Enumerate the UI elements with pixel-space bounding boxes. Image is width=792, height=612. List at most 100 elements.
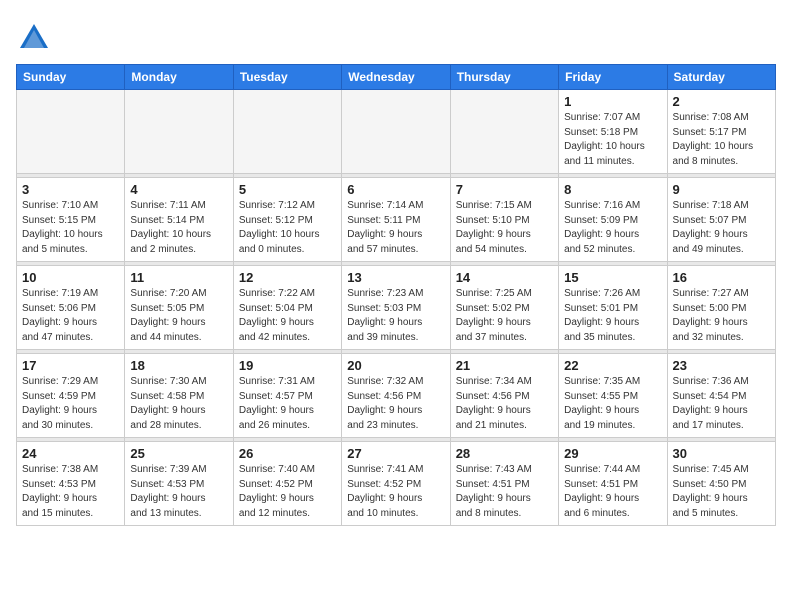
weekday-header-friday: Friday — [559, 65, 667, 90]
day-number: 24 — [22, 446, 119, 461]
calendar-body: 1 Sunrise: 7:07 AM Sunset: 5:18 PM Daylig… — [17, 90, 776, 526]
calendar-cell: 23 Sunrise: 7:36 AM Sunset: 4:54 PM Dayli… — [667, 354, 775, 438]
calendar-cell: 17 Sunrise: 7:29 AM Sunset: 4:59 PM Dayli… — [17, 354, 125, 438]
calendar-cell: 28 Sunrise: 7:43 AM Sunset: 4:51 PM Dayli… — [450, 442, 558, 526]
calendar-cell: 24Sunrise: 7:38 AM Sunset: 4:53 PM Dayli… — [17, 442, 125, 526]
weekday-header-sunday: Sunday — [17, 65, 125, 90]
calendar-cell: 10 Sunrise: 7:19 AM Sunset: 5:06 PM Dayli… — [17, 266, 125, 350]
day-info: Sunrise: 7:22 AM Sunset: 5:04 PM Dayligh… — [239, 287, 336, 345]
day-info: Sunrise: 7:36 AM Sunset: 4:54 PM Dayligh… — [673, 375, 770, 433]
calendar-cell: 19 Sunrise: 7:31 AM Sunset: 4:57 PM Dayli… — [233, 354, 341, 438]
day-info: Sunrise: 7:31 AM Sunset: 4:57 PM Dayligh… — [239, 375, 336, 433]
calendar-cell: 7 Sunrise: 7:15 AM Sunset: 5:10 PM Daylig… — [450, 178, 558, 262]
day-info: Sunrise: 7:18 AM Sunset: 5:07 PM Dayligh… — [673, 199, 770, 257]
day-number: 1 — [564, 94, 661, 109]
calendar-cell: 8Sunrise: 7:16 AM Sunset: 5:09 PM Daylig… — [559, 178, 667, 262]
day-info: Sunrise: 7:45 AM Sunset: 4:50 PM Dayligh… — [673, 463, 770, 521]
calendar-cell: 16 Sunrise: 7:27 AM Sunset: 5:00 PM Dayli… — [667, 266, 775, 350]
day-info: Sunrise: 7:20 AM Sunset: 5:05 PM Dayligh… — [130, 287, 227, 345]
day-number: 18 — [130, 358, 227, 373]
day-number: 10 — [22, 270, 119, 285]
day-number: 2 — [673, 94, 770, 109]
day-info: Sunrise: 7:11 AM Sunset: 5:14 PM Dayligh… — [130, 199, 227, 257]
day-number: 20 — [347, 358, 444, 373]
calendar-cell: 2 Sunrise: 7:08 AM Sunset: 5:17 PM Daylig… — [667, 90, 775, 174]
calendar-cell: 3 Sunrise: 7:10 AM Sunset: 5:15 PM Daylig… — [17, 178, 125, 262]
calendar-cell: 13 Sunrise: 7:23 AM Sunset: 5:03 PM Dayli… — [342, 266, 450, 350]
logo-icon — [16, 20, 52, 56]
weekday-header-saturday: Saturday — [667, 65, 775, 90]
weekday-header-wednesday: Wednesday — [342, 65, 450, 90]
day-info: Sunrise: 7:19 AM Sunset: 5:06 PM Dayligh… — [22, 287, 119, 345]
day-number: 22 — [564, 358, 661, 373]
logo — [16, 16, 56, 56]
day-info: Sunrise: 7:30 AM Sunset: 4:58 PM Dayligh… — [130, 375, 227, 433]
calendar-cell — [342, 90, 450, 174]
day-number: 25 — [130, 446, 227, 461]
day-info: Sunrise: 7:41 AM Sunset: 4:52 PM Dayligh… — [347, 463, 444, 521]
calendar-cell: 9 Sunrise: 7:18 AM Sunset: 5:07 PM Daylig… — [667, 178, 775, 262]
calendar-cell: 5Sunrise: 7:12 AM Sunset: 5:12 PM Daylig… — [233, 178, 341, 262]
weekday-header-row: SundayMondayTuesdayWednesdayThursdayFrid… — [17, 65, 776, 90]
weekday-header-monday: Monday — [125, 65, 233, 90]
calendar-cell — [450, 90, 558, 174]
calendar-week-1: 1 Sunrise: 7:07 AM Sunset: 5:18 PM Daylig… — [17, 90, 776, 174]
day-number: 7 — [456, 182, 553, 197]
day-number: 11 — [130, 270, 227, 285]
calendar-cell: 4 Sunrise: 7:11 AM Sunset: 5:14 PM Daylig… — [125, 178, 233, 262]
day-number: 16 — [673, 270, 770, 285]
day-number: 17 — [22, 358, 119, 373]
day-number: 13 — [347, 270, 444, 285]
day-info: Sunrise: 7:32 AM Sunset: 4:56 PM Dayligh… — [347, 375, 444, 433]
day-info: Sunrise: 7:14 AM Sunset: 5:11 PM Dayligh… — [347, 199, 444, 257]
calendar-cell: 14 Sunrise: 7:25 AM Sunset: 5:02 PM Dayli… — [450, 266, 558, 350]
calendar-cell: 20 Sunrise: 7:32 AM Sunset: 4:56 PM Dayli… — [342, 354, 450, 438]
day-number: 23 — [673, 358, 770, 373]
calendar-cell: 22Sunrise: 7:35 AM Sunset: 4:55 PM Dayli… — [559, 354, 667, 438]
calendar-week-5: 24Sunrise: 7:38 AM Sunset: 4:53 PM Dayli… — [17, 442, 776, 526]
header — [16, 16, 776, 56]
day-number: 4 — [130, 182, 227, 197]
day-number: 12 — [239, 270, 336, 285]
day-info: Sunrise: 7:27 AM Sunset: 5:00 PM Dayligh… — [673, 287, 770, 345]
day-info: Sunrise: 7:34 AM Sunset: 4:56 PM Dayligh… — [456, 375, 553, 433]
day-number: 9 — [673, 182, 770, 197]
calendar-week-2: 3 Sunrise: 7:10 AM Sunset: 5:15 PM Daylig… — [17, 178, 776, 262]
day-number: 15 — [564, 270, 661, 285]
calendar-cell: 27 Sunrise: 7:41 AM Sunset: 4:52 PM Dayli… — [342, 442, 450, 526]
weekday-header-tuesday: Tuesday — [233, 65, 341, 90]
day-info: Sunrise: 7:10 AM Sunset: 5:15 PM Dayligh… — [22, 199, 119, 257]
day-info: Sunrise: 7:39 AM Sunset: 4:53 PM Dayligh… — [130, 463, 227, 521]
day-number: 27 — [347, 446, 444, 461]
calendar-cell: 21 Sunrise: 7:34 AM Sunset: 4:56 PM Dayli… — [450, 354, 558, 438]
day-info: Sunrise: 7:07 AM Sunset: 5:18 PM Dayligh… — [564, 111, 661, 169]
calendar-week-3: 10 Sunrise: 7:19 AM Sunset: 5:06 PM Dayli… — [17, 266, 776, 350]
day-number: 29 — [564, 446, 661, 461]
day-number: 3 — [22, 182, 119, 197]
page: SundayMondayTuesdayWednesdayThursdayFrid… — [0, 0, 792, 538]
calendar-cell: 25 Sunrise: 7:39 AM Sunset: 4:53 PM Dayli… — [125, 442, 233, 526]
calendar-cell — [17, 90, 125, 174]
day-info: Sunrise: 7:15 AM Sunset: 5:10 PM Dayligh… — [456, 199, 553, 257]
day-number: 21 — [456, 358, 553, 373]
calendar-cell: 15 Sunrise: 7:26 AM Sunset: 5:01 PM Dayli… — [559, 266, 667, 350]
day-number: 14 — [456, 270, 553, 285]
calendar-cell: 18 Sunrise: 7:30 AM Sunset: 4:58 PM Dayli… — [125, 354, 233, 438]
day-info: Sunrise: 7:43 AM Sunset: 4:51 PM Dayligh… — [456, 463, 553, 521]
day-number: 26 — [239, 446, 336, 461]
calendar-cell: 12 Sunrise: 7:22 AM Sunset: 5:04 PM Dayli… — [233, 266, 341, 350]
day-number: 5 — [239, 182, 336, 197]
day-info: Sunrise: 7:26 AM Sunset: 5:01 PM Dayligh… — [564, 287, 661, 345]
day-number: 6 — [347, 182, 444, 197]
day-number: 28 — [456, 446, 553, 461]
calendar-cell: 30Sunrise: 7:45 AM Sunset: 4:50 PM Dayli… — [667, 442, 775, 526]
day-number: 8 — [564, 182, 661, 197]
day-info: Sunrise: 7:08 AM Sunset: 5:17 PM Dayligh… — [673, 111, 770, 169]
weekday-header-thursday: Thursday — [450, 65, 558, 90]
calendar: SundayMondayTuesdayWednesdayThursdayFrid… — [16, 64, 776, 526]
day-info: Sunrise: 7:23 AM Sunset: 5:03 PM Dayligh… — [347, 287, 444, 345]
day-info: Sunrise: 7:25 AM Sunset: 5:02 PM Dayligh… — [456, 287, 553, 345]
calendar-cell — [125, 90, 233, 174]
day-number: 19 — [239, 358, 336, 373]
day-info: Sunrise: 7:29 AM Sunset: 4:59 PM Dayligh… — [22, 375, 119, 433]
